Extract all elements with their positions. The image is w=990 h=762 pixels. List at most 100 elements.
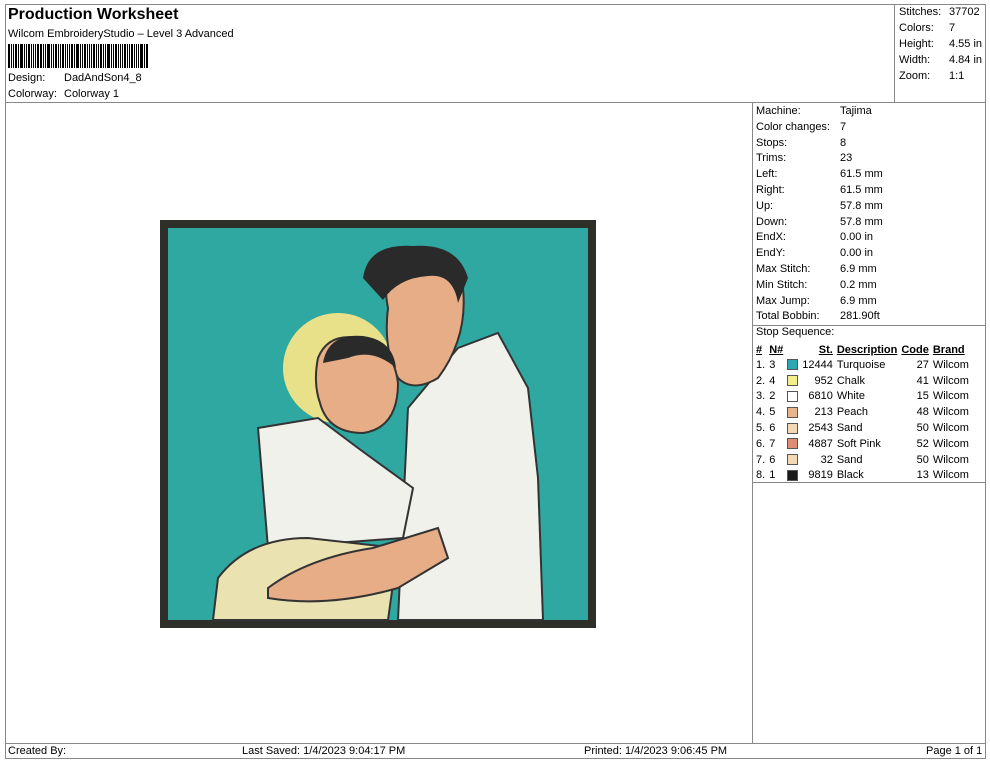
barcode-bar — [93, 44, 95, 68]
barcode-bar — [118, 44, 119, 68]
summary-panel: Stitches: 37702 Colors: 7 Height: 4.55 in W… — [894, 4, 986, 102]
machine-info-label: Trims: — [756, 152, 787, 165]
machine-info-label: Max Stitch: — [756, 262, 811, 275]
brand-cell: Wilcom — [932, 406, 969, 419]
needle-cell: 6 — [769, 422, 776, 435]
machine-info-row: Stops: 8 — [756, 136, 883, 152]
machine-info-label: EndY: — [756, 247, 786, 260]
colorway-label: Colorway: — [8, 88, 57, 100]
zoom-value: 1:1 — [949, 70, 965, 82]
barcode-bar — [35, 44, 36, 68]
barcode-bar — [37, 44, 39, 68]
machine-info-value: 23 — [840, 152, 853, 165]
needle-cell: 2 — [769, 390, 776, 403]
barcode-bar — [76, 44, 79, 68]
machine-info-row: Max Stitch: 6.9 mm — [756, 262, 883, 278]
barcode-bar — [82, 44, 83, 68]
barcode-bar — [45, 44, 46, 68]
barcode-bar — [53, 44, 54, 68]
table-row: 8. 1 9819 Black 13 Wilcom — [754, 468, 971, 484]
machine-info-label: Stops: — [756, 136, 788, 149]
stop-sequence-table: # N# St. Description Code Brand 1. 3 12444… — [754, 342, 971, 483]
swatch-cell — [785, 389, 800, 405]
software-name: Wilcom EmbroideryStudio – Level 3 Advanc… — [8, 28, 234, 40]
swatch-cell — [785, 420, 800, 436]
stitches-cell: 952 — [814, 374, 833, 387]
col-stitches: St. — [818, 343, 833, 356]
barcode-bar — [65, 44, 66, 68]
machine-info-label: Left: — [756, 168, 778, 181]
stitches-cell: 213 — [814, 406, 833, 419]
machine-info-row: Down: 57.8 mm — [756, 215, 883, 231]
table-row: 6. 7 4887 Soft Pink 52 Wilcom — [754, 436, 971, 452]
barcode-bar — [134, 44, 135, 68]
swatch-cell — [785, 357, 800, 373]
barcode-bar — [113, 44, 114, 68]
machine-info-value: 6.9 mm — [840, 294, 877, 307]
machine-info-label: Down: — [756, 215, 788, 228]
color-swatch — [787, 470, 799, 482]
width-value: 4.84 in — [949, 54, 983, 66]
printed-date: Printed: 1/4/2023 9:06:45 PM — [584, 745, 728, 757]
machine-info-value: 0.2 mm — [840, 278, 877, 291]
stop-cell: 3. — [756, 390, 766, 403]
code-cell: 50 — [916, 453, 929, 466]
barcode-bar — [131, 44, 133, 68]
barcode-bar — [127, 44, 128, 68]
swatch-cell — [785, 373, 800, 389]
barcode-bar — [107, 44, 110, 68]
page-number: Page 1 of 1 — [926, 745, 983, 757]
brand-cell: Wilcom — [932, 437, 969, 450]
barcode-bar — [103, 44, 104, 68]
height-label: Height: — [899, 38, 934, 50]
description-cell: Turquoise — [836, 358, 886, 371]
barcode-bar — [40, 44, 42, 68]
machine-info-row: EndX: 0.00 in — [756, 230, 883, 246]
barcode-bar — [13, 44, 14, 68]
code-cell: 52 — [916, 437, 929, 450]
color-swatch — [787, 454, 799, 466]
barcode-bar — [84, 44, 86, 68]
machine-info-label: Color changes: — [756, 120, 830, 133]
machine-info-row: Color changes: 7 — [756, 120, 883, 136]
table-header-row: # N# St. Description Code Brand — [754, 342, 971, 357]
design-row: Design: DadAndSon4_8 — [8, 72, 142, 84]
table-row: 4. 5 213 Peach 48 Wilcom — [754, 404, 971, 420]
barcode-bar — [80, 44, 81, 68]
machine-info-value: 57.8 mm — [840, 199, 883, 212]
barcode-bar — [31, 44, 32, 68]
swatch-cell — [785, 468, 800, 484]
description-cell: White — [836, 390, 865, 403]
brand-cell: Wilcom — [932, 422, 969, 435]
stitches-cell: 12444 — [802, 358, 833, 371]
table-row: 5. 6 2543 Sand 50 Wilcom — [754, 420, 971, 436]
stop-cell: 2. — [756, 374, 766, 387]
barcode-bar — [43, 44, 44, 68]
barcode-bar — [115, 44, 117, 68]
machine-info-value: 6.9 mm — [840, 262, 877, 275]
barcode-bar — [96, 44, 97, 68]
header-divider — [5, 102, 986, 103]
col-needle: N# — [769, 343, 784, 356]
barcode-bar — [33, 44, 34, 68]
barcode-bar — [105, 44, 106, 68]
description-cell: Peach — [836, 406, 869, 419]
machine-info-row: Left: 61.5 mm — [756, 167, 883, 183]
swatch-cell — [785, 452, 800, 468]
color-swatch — [787, 406, 799, 418]
stitches-cell: 32 — [820, 453, 833, 466]
stop-table-bottom-divider — [752, 482, 986, 483]
color-swatch — [787, 359, 799, 371]
needle-cell: 5 — [769, 406, 776, 419]
stop-cell: 7. — [756, 453, 766, 466]
barcode-bar — [15, 44, 17, 68]
barcode-bar — [98, 44, 99, 68]
needle-cell: 3 — [769, 358, 776, 371]
barcode — [8, 44, 184, 68]
height-value: 4.55 in — [949, 38, 983, 50]
description-cell: Chalk — [836, 374, 865, 387]
code-cell: 48 — [916, 406, 929, 419]
barcode-bar — [60, 44, 61, 68]
barcode-bar — [120, 44, 121, 68]
colorway-row: Colorway: Colorway 1 — [8, 88, 119, 100]
